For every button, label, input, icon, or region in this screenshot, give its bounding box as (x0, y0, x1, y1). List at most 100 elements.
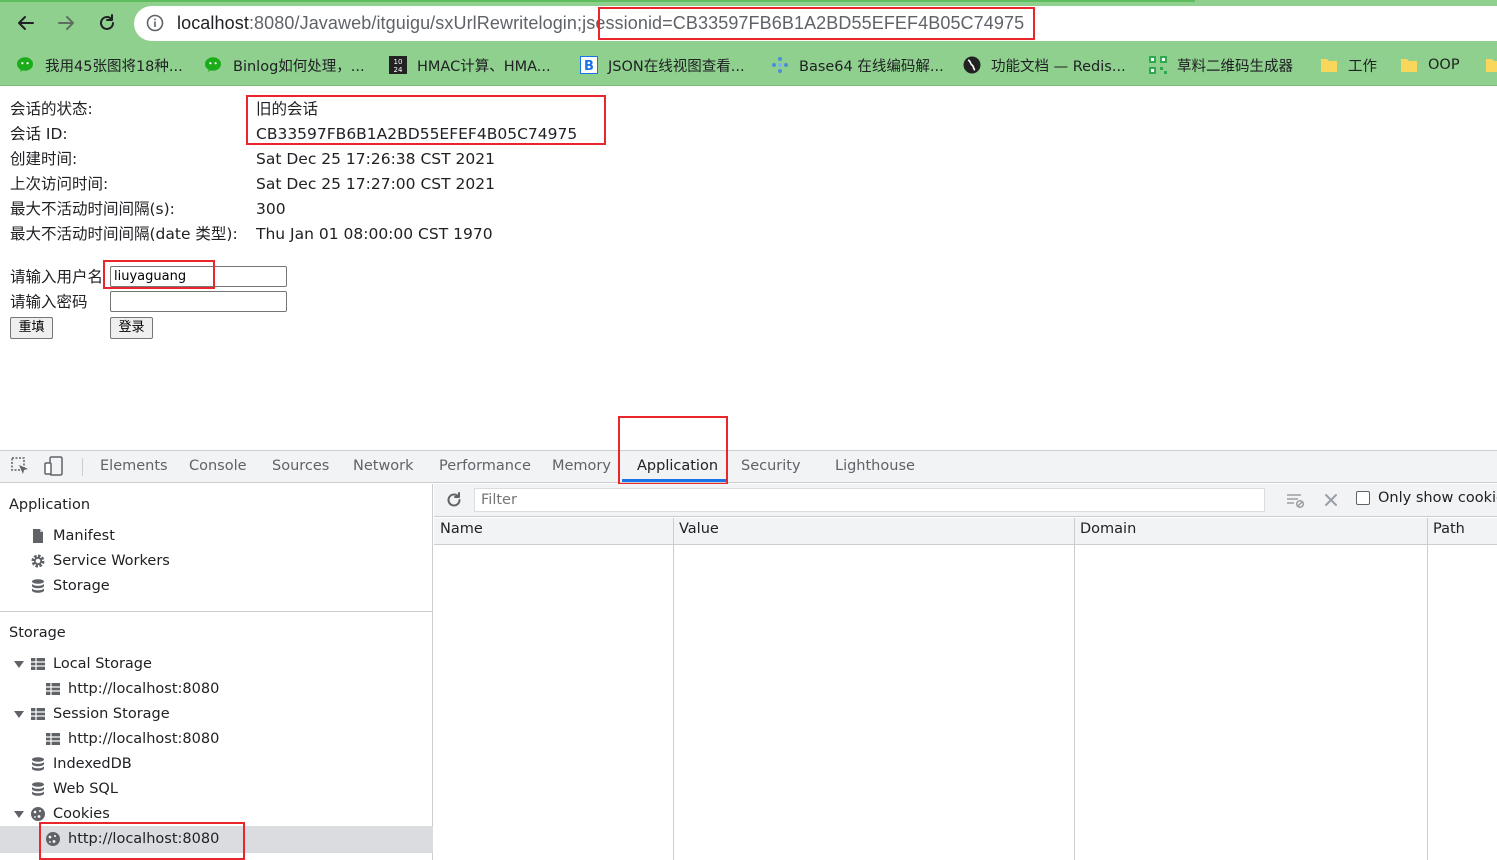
sidebar-item-label: Storage (53, 578, 110, 594)
max-inactive-label: 最大不活动时间间隔(s): (10, 200, 175, 218)
sidebar-item-indexeddb[interactable]: IndexedDB (30, 753, 132, 775)
sidebar-item-service-workers[interactable]: Service Workers (30, 550, 170, 572)
session-id-value: CB33597FB6B1A2BD55EFEF4B05C74975 (256, 125, 578, 143)
table-grid-icon (46, 733, 60, 745)
tab-elements[interactable]: Elements (100, 450, 168, 482)
close-icon[interactable] (1321, 490, 1341, 510)
svg-text:10: 10 (394, 58, 403, 66)
url-host: localhost (177, 13, 249, 33)
database-icon (32, 579, 44, 593)
reset-button[interactable]: 重填 (10, 317, 53, 339)
column-header-value[interactable]: Value (679, 521, 719, 537)
refresh-icon[interactable] (444, 490, 464, 510)
bookmark-label: HMAC计算、HMA... (417, 58, 551, 75)
wechat-icon (17, 57, 33, 72)
bookmark-label: OOP (1428, 57, 1460, 73)
arrow-right-icon (58, 16, 74, 30)
sidebar-item-local-storage-origin[interactable]: http://localhost:8080 (45, 678, 219, 700)
session-status-label: 会话的状态: (10, 100, 93, 118)
tab-network[interactable]: Network (353, 450, 414, 482)
bookmark-folder[interactable]: 工作 (1320, 53, 1377, 77)
dots-icon (772, 57, 788, 73)
sidebar-item-session-storage[interactable]: Session Storage (30, 703, 170, 725)
bejson-icon: B (580, 56, 598, 74)
expand-arrow-icon[interactable] (14, 661, 24, 668)
gear-icon (31, 554, 45, 568)
qrcode-icon (1149, 56, 1167, 74)
sidebar-item-label: Service Workers (53, 553, 170, 569)
folder-icon (1401, 59, 1417, 72)
tab-security[interactable]: Security (741, 450, 801, 482)
tab-application[interactable]: Application (637, 450, 718, 482)
bookmark-overflow[interactable] (1485, 53, 1497, 77)
column-divider[interactable] (1427, 518, 1428, 860)
sidebar-item-cookies[interactable]: Cookies (30, 803, 110, 825)
bookmark-item[interactable]: Base64 在线编码解... (771, 53, 944, 77)
bookmark-item[interactable]: B JSON在线视图查看... (580, 53, 745, 77)
tab-console[interactable]: Console (189, 450, 247, 482)
sidebar-item-storage[interactable]: Storage (30, 575, 110, 597)
only-show-issues-toggle[interactable]: Only show cookie (1356, 490, 1497, 506)
column-divider[interactable] (1074, 518, 1075, 860)
wechat-icon (205, 57, 221, 72)
bookmark-item[interactable]: 我用45张图将18种... (17, 53, 183, 77)
bookmark-item[interactable]: 草料二维码生成器 (1149, 53, 1293, 77)
bookmark-item[interactable]: 功能文档 — Redis... (963, 53, 1126, 77)
url-text[interactable]: localhost:8080/Javaweb/itguigu/sxUrlRewr… (177, 9, 1024, 37)
sidebar-heading-application: Application (9, 497, 91, 513)
site-info-icon[interactable] (146, 14, 164, 32)
bookmark-label: JSON在线视图查看... (608, 58, 745, 75)
sidebar-item-label: http://localhost:8080 (68, 681, 220, 697)
cookie-filter-input[interactable] (474, 488, 1265, 512)
inspect-element-icon[interactable] (10, 456, 30, 476)
sidebar-item-label: http://localhost:8080 (68, 831, 220, 847)
column-divider[interactable] (673, 518, 674, 860)
tab-sources[interactable]: Sources (272, 450, 329, 482)
session-status-value: 旧的会话 (256, 100, 319, 118)
tab-performance[interactable]: Performance (439, 450, 531, 482)
expand-arrow-icon[interactable] (14, 711, 24, 718)
bookmark-label: 草料二维码生成器 (1177, 58, 1293, 75)
only-show-checkbox[interactable] (1356, 491, 1370, 505)
calendar-icon: 1024 (389, 56, 407, 74)
bookmark-label: Base64 在线编码解... (799, 58, 944, 75)
clear-filtered-icon[interactable] (1285, 490, 1305, 510)
tab-memory[interactable]: Memory (552, 450, 611, 482)
column-header-path[interactable]: Path (1433, 521, 1465, 537)
password-input[interactable] (110, 291, 287, 312)
bookmark-label: 功能文档 — Redis... (991, 58, 1126, 75)
sidebar-item-local-storage[interactable]: Local Storage (30, 653, 152, 675)
sidebar-item-session-storage-origin[interactable]: http://localhost:8080 (45, 728, 219, 750)
table-grid-icon (31, 708, 45, 720)
sidebar-item-label: Local Storage (53, 656, 152, 672)
url-path: :8080/Javaweb/itguigu/sxUrlRewritelogin (248, 13, 578, 33)
bookmark-item[interactable]: Binlog如何处理，... (205, 53, 365, 77)
sidebar-item-label: Cookies (53, 806, 110, 822)
username-input[interactable] (110, 266, 287, 287)
username-label: 请输入用户名 (10, 268, 104, 286)
reload-button[interactable] (94, 10, 120, 36)
forward-button[interactable] (53, 10, 79, 36)
cookie-icon (31, 807, 45, 821)
url-session-id: ;jsessionid=CB33597FB6B1A2BD55EFEF4B05C7… (577, 13, 1025, 33)
creation-time-label: 创建时间: (10, 150, 78, 168)
bookmark-item[interactable]: 10 24 HMAC计算、HMA... (389, 53, 551, 77)
last-access-value: Sat Dec 25 17:27:00 CST 2021 (256, 175, 495, 193)
folder-icon (1486, 59, 1497, 72)
last-access-label: 上次访问时间: (10, 175, 109, 193)
sidebar-item-cookies-origin[interactable]: http://localhost:8080 (45, 828, 219, 850)
column-header-name[interactable]: Name (440, 521, 483, 537)
column-header-domain[interactable]: Domain (1080, 521, 1136, 537)
sidebar-item-label: http://localhost:8080 (68, 731, 220, 747)
login-button[interactable]: 登录 (110, 317, 153, 339)
cookie-table-header (434, 518, 1497, 545)
back-button[interactable] (13, 10, 39, 36)
svg-text:B: B (584, 59, 594, 74)
bookmark-folder[interactable]: OOP (1400, 53, 1460, 77)
sidebar-item-websql[interactable]: Web SQL (30, 778, 118, 800)
expand-arrow-icon[interactable] (14, 811, 24, 818)
device-toolbar-icon[interactable] (44, 456, 64, 476)
tab-lighthouse[interactable]: Lighthouse (835, 450, 915, 482)
cookie-icon (46, 832, 60, 846)
sidebar-item-manifest[interactable]: Manifest (30, 525, 115, 547)
